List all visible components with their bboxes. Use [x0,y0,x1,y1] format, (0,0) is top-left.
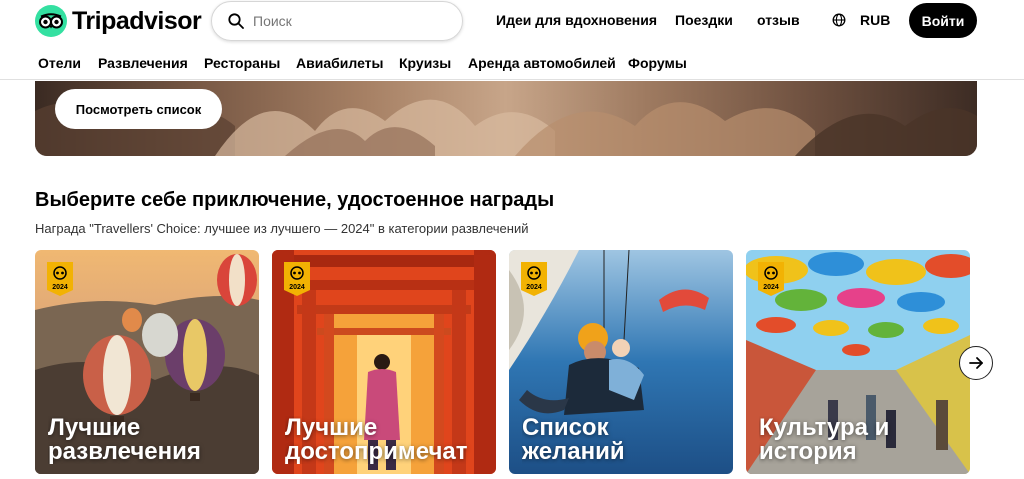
award-badge-icon: 2024 [521,262,547,296]
award-card-top-activities[interactable]: 2024 Лучшие развлечения [35,250,259,474]
currency-label: RUB [860,12,891,28]
category-flights[interactable]: Авиабилеты [296,55,384,71]
view-list-button[interactable]: Посмотреть список [55,89,222,129]
owl-logo-icon [35,5,67,37]
site-header: Tripadvisor Идеи для вдохновения Поездки… [0,0,1024,80]
award-badge-icon: 2024 [758,262,784,296]
badge-year: 2024 [52,284,68,291]
card-title: Список желаний [522,416,625,464]
currency-selector[interactable]: RUB [832,12,890,28]
tripadvisor-logo[interactable]: Tripadvisor [35,5,202,37]
badge-year: 2024 [763,284,779,291]
section-subtitle: Награда "Travellers' Choice: лучшее из л… [35,221,529,236]
nav-trips[interactable]: Поездки [675,12,733,28]
award-card-top-attractions[interactable]: 2024 Лучшие достопримечат [272,250,496,474]
logo-text: Tripadvisor [72,6,202,35]
category-hotels[interactable]: Отели [38,55,81,71]
section-title: Выберите себе приключение, удостоенное н… [35,189,555,211]
award-badge-icon: 2024 [47,262,73,296]
arrow-right-icon [969,357,983,369]
award-badge-icon: 2024 [284,262,310,296]
search-box[interactable] [211,1,463,41]
login-button[interactable]: Войти [909,3,977,38]
card-title: Лучшие достопримечат [285,416,468,464]
category-car-rental[interactable]: Аренда автомобилей [468,55,616,71]
search-input[interactable] [253,13,433,29]
award-card-culture-history[interactable]: 2024 Культура и история [746,250,970,474]
badge-year: 2024 [289,284,305,291]
category-forums[interactable]: Форумы [628,55,687,71]
category-cruises[interactable]: Круизы [399,55,451,71]
nav-inspiration[interactable]: Идеи для вдохновения [496,12,657,28]
globe-icon [832,13,846,27]
category-restaurants[interactable]: Рестораны [204,55,280,71]
card-title: Лучшие развлечения [48,416,201,464]
category-activities[interactable]: Развлечения [98,55,188,71]
search-icon [228,13,244,29]
carousel-next-button[interactable] [959,346,993,380]
card-title: Культура и история [759,416,890,464]
badge-year: 2024 [526,284,542,291]
award-card-bucket-list[interactable]: 2024 Список желаний [509,250,733,474]
hero-banner: Посмотреть список [35,81,977,156]
nav-review[interactable]: отзыв [757,12,800,28]
